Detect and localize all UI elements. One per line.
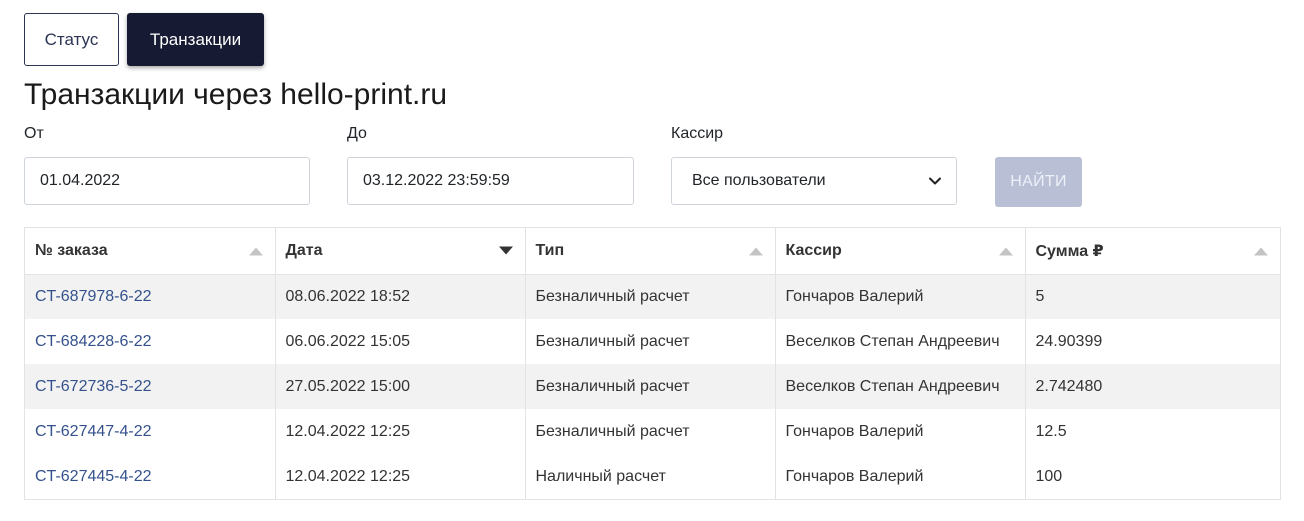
cell-sum: 12.5 <box>1025 409 1280 454</box>
cashier-label: Кассир <box>671 125 724 142</box>
order-link[interactable]: CT-687978-6-22 <box>35 288 152 305</box>
to-date-input[interactable]: 03.12.2022 23:59:59 <box>347 157 634 205</box>
table-header-row: № заказа Дата Тип Кассир Сумма ₽ <box>25 228 1280 275</box>
sort-up-icon[interactable] <box>998 246 1013 256</box>
cell-date: 12.04.2022 12:25 <box>275 454 526 499</box>
sort-up-icon[interactable] <box>748 246 763 256</box>
table-row: CT-627447-4-22 12.04.2022 12:25 Безналич… <box>25 409 1280 454</box>
sort-down-icon[interactable] <box>498 246 513 255</box>
cell-type: Безналичный расчет <box>525 364 776 409</box>
cell-type: Наличный расчет <box>525 454 776 499</box>
order-link[interactable]: CT-627445-4-22 <box>35 468 152 485</box>
column-header-order[interactable]: № заказа <box>25 228 276 275</box>
column-header-label: № заказа <box>35 241 108 259</box>
table-row: CT-627445-4-22 12.04.2022 12:25 Наличный… <box>25 454 1280 499</box>
column-header-type[interactable]: Тип <box>525 228 776 275</box>
page-title: Транзакции через hello-print.ru <box>24 78 448 111</box>
column-header-date[interactable]: Дата <box>275 228 526 275</box>
cell-sum: 5 <box>1025 274 1280 319</box>
column-header-sum[interactable]: Сумма ₽ <box>1025 228 1280 275</box>
to-date-value: 03.12.2022 23:59:59 <box>363 172 510 189</box>
transactions-table: № заказа Дата Тип Кассир Сумма ₽ CT-6879… <box>24 227 1281 500</box>
cell-order: CT-684228-6-22 <box>25 319 276 364</box>
find-button[interactable]: НАЙТИ <box>995 157 1082 207</box>
chevron-down-icon <box>929 177 941 185</box>
table-row: CT-687978-6-22 08.06.2022 18:52 Безналич… <box>25 274 1280 319</box>
cell-cashier: Веселков Степан Андреевич <box>775 364 1026 409</box>
tab-bar: Статус Транзакции <box>24 13 264 66</box>
cell-cashier: Гончаров Валерий <box>775 454 1026 499</box>
cell-type: Безналичный расчет <box>525 274 776 319</box>
cell-order: CT-687978-6-22 <box>25 274 276 319</box>
from-date-value: 01.04.2022 <box>40 172 121 189</box>
cashier-select[interactable]: Все пользователи <box>671 157 957 205</box>
cell-date: 06.06.2022 15:05 <box>275 319 526 364</box>
column-header-label: Кассир <box>785 241 842 259</box>
cell-date: 08.06.2022 18:52 <box>275 274 526 319</box>
column-header-cashier[interactable]: Кассир <box>775 228 1026 275</box>
table-row: CT-672736-5-22 27.05.2022 15:00 Безналич… <box>25 364 1280 409</box>
table-row: CT-684228-6-22 06.06.2022 15:05 Безналич… <box>25 319 1280 364</box>
from-date-input[interactable]: 01.04.2022 <box>24 157 310 205</box>
order-link[interactable]: CT-627447-4-22 <box>35 423 152 440</box>
column-header-label: Тип <box>535 241 565 259</box>
order-link[interactable]: CT-672736-5-22 <box>35 378 152 395</box>
cell-sum: 2.742480 <box>1025 364 1280 409</box>
cell-sum: 24.90399 <box>1025 319 1280 364</box>
sort-up-icon[interactable] <box>1254 246 1268 256</box>
cell-order: CT-672736-5-22 <box>25 364 276 409</box>
cell-order: CT-627445-4-22 <box>25 454 276 499</box>
cell-date: 27.05.2022 15:00 <box>275 364 526 409</box>
cell-date: 12.04.2022 12:25 <box>275 409 526 454</box>
column-header-label: Дата <box>285 241 323 259</box>
cell-cashier: Гончаров Валерий <box>775 409 1026 454</box>
cell-order: CT-627447-4-22 <box>25 409 276 454</box>
sort-up-icon[interactable] <box>248 246 263 256</box>
cell-cashier: Гончаров Валерий <box>775 274 1026 319</box>
from-label: От <box>24 125 44 142</box>
column-header-label: Сумма ₽ <box>1035 242 1104 260</box>
cell-cashier: Веселков Степан Андреевич <box>775 319 1026 364</box>
page: Статус Транзакции Транзакции через hello… <box>0 0 1304 521</box>
cell-type: Безналичный расчет <box>525 319 776 364</box>
order-link[interactable]: CT-684228-6-22 <box>35 333 152 350</box>
tab-transactions[interactable]: Транзакции <box>127 13 264 66</box>
cell-sum: 100 <box>1025 454 1280 499</box>
tab-status[interactable]: Статус <box>24 13 119 66</box>
to-label: До <box>347 125 367 142</box>
cell-type: Безналичный расчет <box>525 409 776 454</box>
cashier-select-value: Все пользователи <box>692 172 826 189</box>
